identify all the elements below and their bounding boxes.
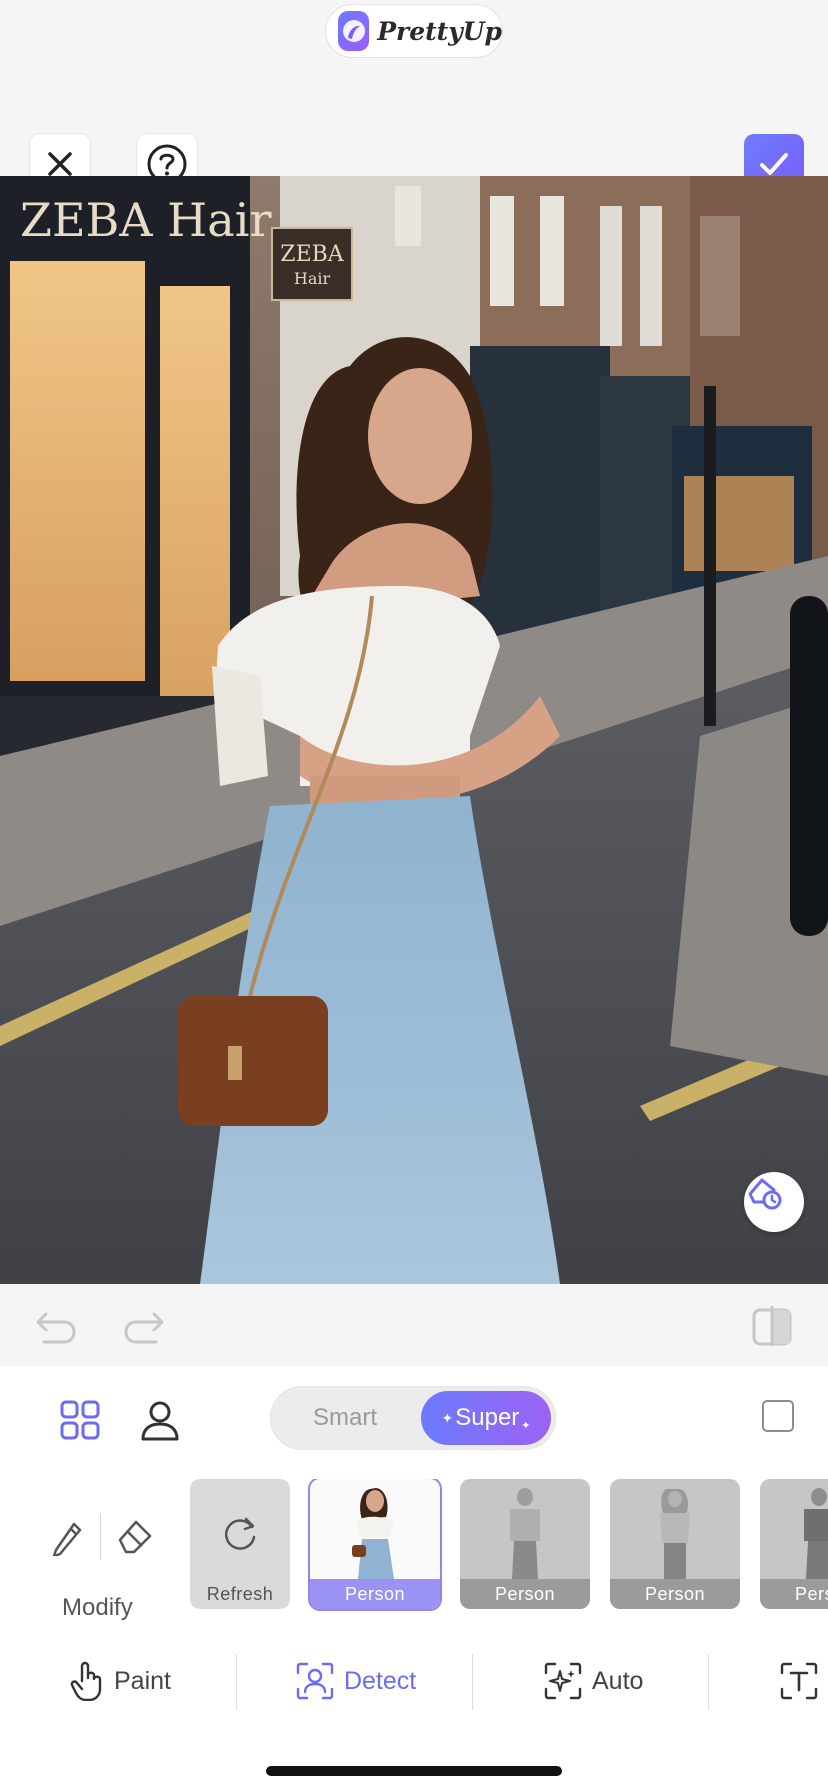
- grid-icon: [60, 1400, 100, 1440]
- sparkle-icon: ✦: [441, 1409, 454, 1426]
- refresh-thumbnail[interactable]: Refresh: [190, 1479, 290, 1609]
- storefront-sign: ZEBA Hair: [20, 193, 271, 247]
- person-cutout: [660, 1489, 690, 1579]
- person-mode-button[interactable]: [136, 1396, 184, 1444]
- sparkle-small-icon: ✦: [521, 1419, 531, 1432]
- restore-button[interactable]: [744, 1172, 804, 1232]
- modify-divider: [100, 1514, 101, 1560]
- tab-divider: [708, 1654, 709, 1710]
- thumbnail-label: Person: [460, 1579, 590, 1609]
- person-cutout: [352, 1488, 394, 1579]
- person-cutout: [510, 1488, 540, 1579]
- tab-detect[interactable]: Detect: [296, 1646, 416, 1716]
- redo-icon: [124, 1312, 164, 1344]
- tool-tabs: Paint Detect Auto: [0, 1646, 828, 1716]
- tab-text[interactable]: [780, 1646, 818, 1716]
- mode-segmented-control: Smart ✦ Super ✦: [270, 1386, 556, 1450]
- top-bar: PrettyUp: [0, 0, 828, 194]
- tab-auto-label: Auto: [592, 1666, 644, 1695]
- text-select-icon: [780, 1662, 818, 1700]
- tab-divider: [472, 1654, 473, 1710]
- grid-mode-button[interactable]: [56, 1396, 104, 1444]
- person-icon: [141, 1401, 179, 1441]
- compare-icon: [752, 1306, 792, 1346]
- person-thumbnail[interactable]: Person: [610, 1479, 740, 1609]
- thumbnail-label: Person: [760, 1579, 828, 1609]
- person-thumbnail[interactable]: Person: [760, 1479, 828, 1609]
- hand-pointer-icon: [70, 1661, 102, 1701]
- home-indicator: [266, 1766, 562, 1776]
- select-all-checkbox[interactable]: [762, 1400, 794, 1432]
- person-cutout: [804, 1488, 828, 1579]
- eraser-clock-icon: [748, 1178, 782, 1210]
- redo-button[interactable]: [120, 1302, 168, 1350]
- thumbnail-label: Person: [610, 1579, 740, 1609]
- tab-paint-label: Paint: [114, 1666, 171, 1695]
- person-thumbnail[interactable]: Person: [308, 1479, 442, 1611]
- edit-panel: Smart ✦ Super ✦ Modify Refresh Person Pe…: [0, 1366, 828, 1792]
- person-thumbnail[interactable]: Person: [460, 1479, 590, 1609]
- thumbnail-label: Person: [310, 1579, 440, 1609]
- tab-divider: [236, 1654, 237, 1710]
- tab-auto[interactable]: Auto: [544, 1646, 643, 1716]
- eraser-button[interactable]: [114, 1516, 154, 1561]
- undo-button[interactable]: [32, 1302, 80, 1350]
- smart-option[interactable]: Smart: [271, 1387, 419, 1449]
- super-option-label: Super: [455, 1404, 520, 1431]
- detected-subjects-list: Refresh Person Person Person Per: [190, 1479, 828, 1611]
- hanging-sign-top: ZEBA: [280, 242, 345, 267]
- modify-tools: Modify: [44, 1514, 162, 1626]
- pencil-button[interactable]: [48, 1516, 84, 1561]
- app-name: PrettyUp: [377, 16, 502, 46]
- street-photo: ZEBA Hair ZEBA Hair: [0, 176, 828, 1284]
- undo-icon: [36, 1312, 76, 1344]
- tab-paint[interactable]: Paint: [70, 1646, 171, 1716]
- thumbnail-label: Refresh: [206, 1583, 274, 1604]
- modify-label: Modify: [62, 1594, 133, 1621]
- pencil-icon: [52, 1522, 82, 1558]
- eraser-icon: [118, 1520, 152, 1554]
- compare-button[interactable]: [748, 1302, 796, 1350]
- app-logo-icon: [338, 11, 370, 51]
- tab-detect-label: Detect: [344, 1666, 417, 1695]
- refresh-icon: [225, 1517, 256, 1550]
- photo-canvas[interactable]: ZEBA Hair ZEBA Hair: [0, 176, 828, 1284]
- history-bar: [0, 1284, 828, 1366]
- person-detect-icon: [296, 1662, 334, 1700]
- hanging-sign-bottom: Hair: [294, 269, 331, 288]
- sparkle-auto-icon: [544, 1662, 582, 1700]
- app-badge: PrettyUp: [325, 4, 503, 58]
- super-option[interactable]: ✦ Super ✦: [421, 1391, 551, 1445]
